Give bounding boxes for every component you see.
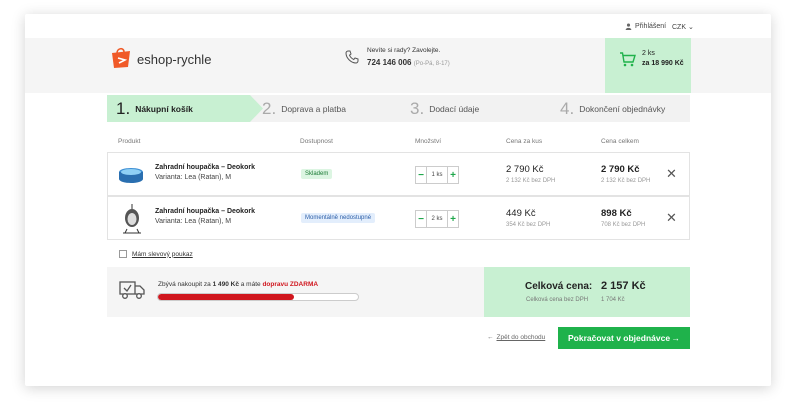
progress-fill: [158, 294, 294, 300]
total-price-ex-vat: 708 Kč bez DPH: [601, 222, 646, 228]
logo-bag-icon: [112, 47, 130, 68]
close-icon[interactable]: ✕: [666, 210, 677, 226]
checkout-card: Přihlášení CZK ⌄ eshop-rychle Nevíte si …: [25, 14, 771, 386]
total-ex-vat-value: 1 704 Kč: [601, 297, 625, 303]
cart-summary-button[interactable]: 2 ks za 18 990 Kč: [605, 38, 691, 93]
checkout-steps: 1. Nákupní košík 2. Doprava a platba 3. …: [107, 95, 690, 122]
col-header-total-price: Cena celkem: [601, 138, 639, 145]
shipping-prefix: Zbývá nakoupit za: [158, 281, 213, 288]
phone-hours: (Po-Pá, 8-17): [413, 61, 450, 67]
table-row: Zahradní houpačka – Deokork Varianta: Le…: [107, 152, 690, 196]
minus-button[interactable]: −: [416, 167, 427, 183]
user-icon: [625, 23, 632, 30]
product-swing-image: [123, 204, 141, 234]
step-number: 4.: [560, 98, 575, 118]
step-label: Dodací údaje: [429, 103, 480, 114]
step-label: Nákupní košík: [135, 103, 193, 114]
free-shipping-panel: Zbývá nakoupit za 1 490 Kč a máte doprav…: [107, 267, 484, 317]
coupon-toggle[interactable]: Mám slevový poukaz: [119, 250, 193, 258]
unit-price: 2 790 Kč: [506, 164, 544, 175]
login-link[interactable]: Přihlášení: [625, 23, 666, 30]
free-shipping-progress: [157, 293, 359, 301]
phone-icon: [345, 50, 359, 64]
product-variant: Varianta: Lea (Ratan), M: [155, 218, 232, 225]
col-header-unit-price: Cena za kus: [506, 138, 543, 145]
total-ex-vat-label: Celková cena bez DPH: [526, 297, 589, 303]
delivery-truck-icon: [119, 281, 145, 299]
currency-select[interactable]: CZK ⌄: [672, 23, 694, 31]
step-number: 2.: [262, 98, 277, 118]
chevron-down-icon: ⌄: [687, 24, 694, 31]
plus-button[interactable]: +: [446, 211, 458, 227]
col-header-quantity: Množství: [415, 138, 442, 145]
col-header-product: Produkt: [118, 138, 141, 145]
site-header: eshop-rychle Nevíte si rady? Zavolejte. …: [25, 38, 771, 93]
product-variant: Varianta: Lea (Ratan), M: [155, 174, 232, 181]
coupon-checkbox[interactable]: [119, 250, 127, 258]
quantity-stepper[interactable]: − 2 ks +: [415, 210, 459, 228]
shipping-amount: 1 490 Kč: [212, 281, 239, 288]
shipping-free: dopravu ZDARMA: [262, 281, 319, 288]
step-shipping[interactable]: 2. Doprava a platba: [262, 95, 346, 122]
quantity-stepper[interactable]: − 1 ks +: [415, 166, 459, 184]
step-finish[interactable]: 4. Dokončení objednávky: [560, 95, 665, 122]
unit-price-ex-vat: 354 Kč bez DPH: [506, 222, 551, 228]
step-cart[interactable]: 1. Nákupní košík: [107, 95, 250, 122]
col-header-availability: Dostupnost: [300, 138, 333, 145]
total-price: 898 Kč: [601, 208, 632, 219]
currency-label: CZK: [672, 24, 686, 31]
cart-total: za 18 990 Kč: [642, 60, 684, 67]
step-label: Doprava a platba: [281, 103, 346, 114]
order-total-panel: Celková cena: 2 157 Kč Celková cena bez …: [484, 267, 690, 317]
step-delivery-details[interactable]: 3. Dodací údaje: [410, 95, 479, 122]
contact-block: Nevíte si rady? Zavolejte. 724 146 006 (…: [345, 47, 450, 67]
back-to-shop-link[interactable]: ← Zpět do obchodu: [487, 334, 545, 341]
arrow-left-icon: ←: [487, 334, 494, 341]
product-pool-image: [119, 168, 143, 183]
cart-count: 2 ks: [642, 50, 655, 57]
contact-text: Nevíte si rady? Zavolejte. 724 146 006 (…: [367, 47, 450, 67]
logo-text: eshop-rychle: [137, 51, 212, 67]
top-bar: Přihlášení CZK ⌄: [25, 14, 771, 38]
shipping-middle: a máte: [238, 281, 263, 288]
table-row: Zahradní houpačka – Deokork Varianta: Le…: [107, 196, 690, 240]
total-label: Celková cena:: [525, 281, 593, 292]
total-price-ex-vat: 2 132 Kč bez DPH: [601, 178, 651, 184]
close-icon[interactable]: ✕: [666, 166, 677, 182]
quantity-value[interactable]: 2 ks: [431, 216, 442, 222]
total-price: 2 790 Kč: [601, 164, 640, 175]
cart-icon: [620, 52, 636, 67]
step-number: 3.: [410, 98, 425, 118]
quantity-value[interactable]: 1 ks: [431, 172, 442, 178]
back-label: Zpět do obchodu: [496, 334, 546, 341]
contact-phone[interactable]: 724 146 006 (Po-Pá, 8-17): [367, 58, 450, 67]
step-label: Dokončení objednávky: [579, 103, 666, 114]
minus-button[interactable]: −: [416, 211, 427, 227]
step-number: 1.: [116, 98, 131, 118]
coupon-label: Mám slevový poukaz: [132, 250, 193, 258]
arrow-right-icon: →: [671, 333, 681, 343]
unit-price: 449 Kč: [506, 208, 536, 219]
plus-button[interactable]: +: [446, 167, 458, 183]
logo[interactable]: eshop-rychle: [109, 46, 211, 70]
free-shipping-text: Zbývá nakoupit za 1 490 Kč a máte doprav…: [158, 281, 318, 288]
total-value: 2 157 Kč: [601, 280, 646, 292]
continue-button[interactable]: Pokračovat v objednávce →: [558, 327, 690, 349]
unit-price-ex-vat: 2 132 Kč bez DPH: [506, 178, 556, 184]
contact-question: Nevíte si rady? Zavolejte.: [367, 47, 441, 54]
product-name[interactable]: Zahradní houpačka – Deokork: [155, 164, 255, 171]
availability-badge: Skladem: [301, 169, 333, 179]
phone-number: 724 146 006: [367, 58, 412, 67]
availability-badge: Momentálně nedostupné: [301, 213, 376, 223]
login-label: Přihlášení: [635, 23, 667, 30]
product-name[interactable]: Zahradní houpačka – Deokork: [155, 208, 255, 215]
continue-label: Pokračovat v objednávce: [568, 333, 671, 343]
